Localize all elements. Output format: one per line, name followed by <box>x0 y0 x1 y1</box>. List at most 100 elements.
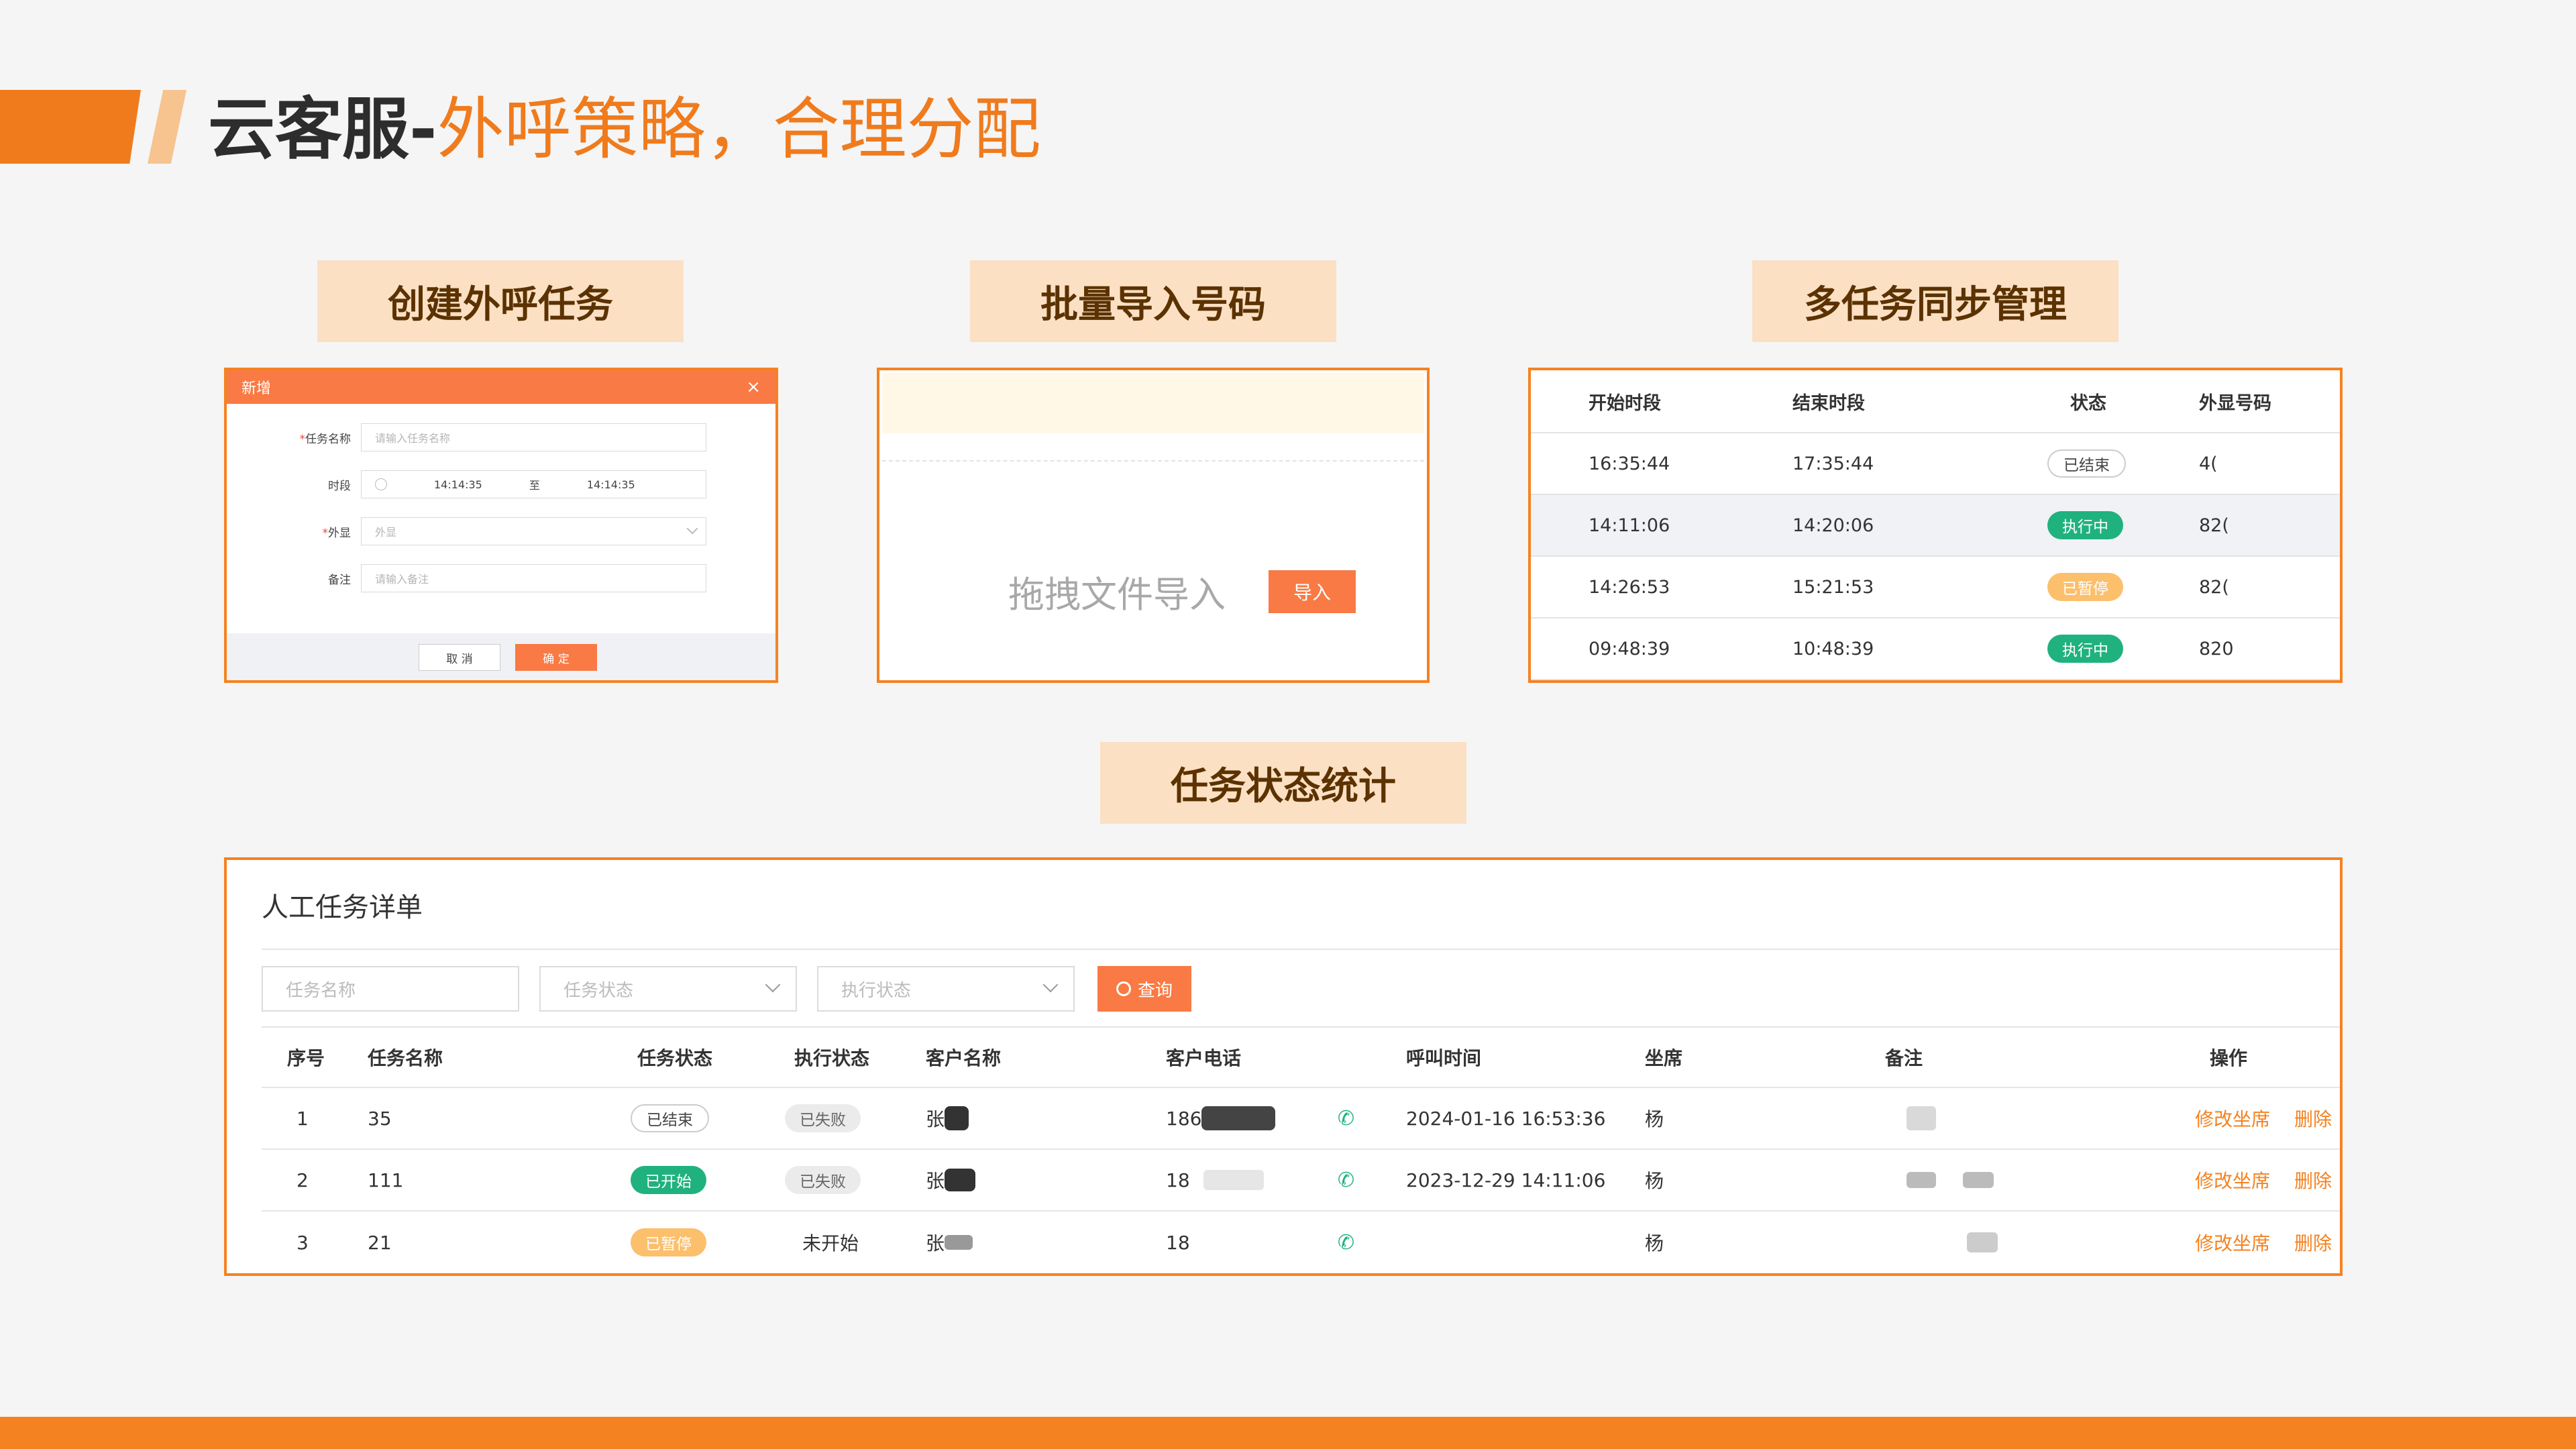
edit-agent-link[interactable]: 修改坐席 <box>2195 1088 2270 1148</box>
display-number: 82( <box>2199 515 2229 536</box>
delete-link[interactable]: 删除 <box>2294 1088 2332 1148</box>
time-separator: 至 <box>529 479 540 492</box>
col-header: 坐席 <box>1645 1047 1683 1069</box>
call-time: 2023-12-29 14:11:06 <box>1406 1169 1606 1191</box>
cancel-button[interactable]: 取 消 <box>419 644 500 671</box>
chevron-down-icon <box>686 523 698 535</box>
required-mark: * <box>299 432 306 446</box>
detail-header-row: 序号 任务名称 任务状态 执行状态 客户名称 客户电话 呼叫时间 坐席 备注 操… <box>262 1026 2340 1088</box>
header-accent-bar <box>0 90 141 164</box>
clock-icon <box>375 478 387 490</box>
task-name-input[interactable]: 请输入任务名称 <box>361 423 706 451</box>
col-header: 客户名称 <box>926 1047 1002 1069</box>
customer-phone: 186 <box>1166 1107 1202 1130</box>
redacted-block <box>1907 1106 1936 1130</box>
import-button[interactable]: 导入 <box>1269 570 1356 613</box>
title-divider <box>262 949 2340 950</box>
page-title: 云客服-外呼策略，合理分配 <box>208 86 1041 173</box>
col-header: 状态 <box>2070 392 2106 414</box>
table-row[interactable]: 09:48:39 10:48:39 执行中 820 <box>1531 619 2340 680</box>
table-header-row: 开始时段 结束时段 状态 外显号码 <box>1531 370 2340 433</box>
table-row[interactable]: 1 35 已结束 已失败 张 186 ✆ 2024-01-16 16:53:36… <box>262 1088 2340 1150</box>
task-status-badge: 已暂停 <box>631 1228 706 1256</box>
phone-call-icon[interactable]: ✆ <box>1338 1150 1354 1210</box>
start-time: 14:26:53 <box>1589 576 1670 598</box>
exec-status-badge: 已失败 <box>785 1104 861 1132</box>
table-row[interactable]: 14:26:53 15:21:53 已暂停 82( <box>1531 557 2340 619</box>
end-time: 10:48:39 <box>1792 638 1874 659</box>
field-label: 任务名称 <box>305 432 351 446</box>
field-remark: 备注 请输入备注 <box>227 564 775 593</box>
time-end: 14:14:35 <box>586 478 635 491</box>
redacted-block <box>945 1235 973 1250</box>
query-label: 查询 <box>1137 980 1173 1001</box>
customer-phone: 18 <box>1166 1231 1190 1254</box>
table-row[interactable]: 3 21 已暂停 未开始 张 18 ✆ 杨 修改坐席 删除 <box>262 1212 2340 1273</box>
col-header: 任务名称 <box>368 1047 443 1069</box>
import-banner <box>882 373 1424 433</box>
field-label: 外显 <box>328 526 351 540</box>
col-header: 执行状态 <box>794 1047 870 1069</box>
time-range-input[interactable]: 14:14:35 至 14:14:35 <box>361 470 706 498</box>
field-task-name: *任务名称 请输入任务名称 <box>227 423 775 452</box>
col-header: 结束时段 <box>1792 392 1865 414</box>
field-label: 时段 <box>328 479 351 493</box>
exec-status-badge: 已失败 <box>785 1166 861 1194</box>
row-no: 1 <box>297 1107 309 1130</box>
section-label-stats: 任务状态统计 <box>1100 742 1466 824</box>
exec-status-filter[interactable]: 执行状态 <box>817 966 1075 1012</box>
start-time: 09:48:39 <box>1589 638 1670 659</box>
search-icon <box>1116 981 1131 996</box>
detail-title: 人工任务详单 <box>262 892 423 923</box>
task-name: 21 <box>368 1231 392 1254</box>
call-time: 2024-01-16 16:53:36 <box>1406 1107 1606 1130</box>
query-button[interactable]: 查询 <box>1097 966 1191 1012</box>
display-number-select[interactable]: 外显 <box>361 517 706 545</box>
phone-call-icon[interactable]: ✆ <box>1338 1088 1354 1148</box>
display-number: 4( <box>2199 453 2218 474</box>
agent-name: 杨 <box>1645 1108 1664 1130</box>
multi-task-panel: 开始时段 结束时段 状态 外显号码 16:35:44 17:35:44 已结束 … <box>1528 368 2343 683</box>
dropzone-divider <box>882 460 1424 462</box>
remark-input[interactable]: 请输入备注 <box>361 564 706 592</box>
table-row[interactable]: 16:35:44 17:35:44 已结束 4( <box>1531 433 2340 495</box>
redacted-block <box>1201 1106 1276 1130</box>
redacted-block <box>1203 1170 1264 1190</box>
select-placeholder: 外显 <box>375 526 397 539</box>
table-row[interactable]: 2 111 已开始 已失败 张 18 ✆ 2023-12-29 14:11:06… <box>262 1150 2340 1212</box>
start-time: 14:11:06 <box>1589 515 1670 536</box>
redacted-block <box>1967 1232 1998 1252</box>
phone-call-icon[interactable]: ✆ <box>1338 1212 1354 1273</box>
task-name-filter[interactable]: 任务名称 <box>262 966 519 1012</box>
field-time-range: 时段 14:14:35 至 14:14:35 <box>227 470 775 499</box>
col-header: 操作 <box>2210 1047 2248 1069</box>
table-row[interactable]: 14:11:06 14:20:06 执行中 82( <box>1531 495 2340 557</box>
col-header: 客户电话 <box>1166 1047 1242 1069</box>
col-header: 备注 <box>1885 1047 1923 1069</box>
chevron-down-icon <box>1042 977 1059 993</box>
redacted-block <box>945 1169 976 1191</box>
title-dark: 云客服- <box>208 90 437 168</box>
chevron-down-icon <box>765 977 781 993</box>
end-time: 15:21:53 <box>1792 576 1874 598</box>
drop-zone-text[interactable]: 拖拽文件导入 <box>1008 565 1226 618</box>
task-status-filter[interactable]: 任务状态 <box>539 966 797 1012</box>
task-status-badge: 已开始 <box>631 1166 706 1194</box>
customer-name: 张 <box>926 1232 945 1254</box>
status-badge: 已暂停 <box>2047 573 2123 601</box>
edit-agent-link[interactable]: 修改坐席 <box>2195 1212 2270 1273</box>
customer-name: 张 <box>926 1170 945 1192</box>
filter-placeholder: 任务状态 <box>564 980 634 1001</box>
status-badge: 执行中 <box>2047 635 2123 663</box>
delete-link[interactable]: 删除 <box>2294 1150 2332 1210</box>
edit-agent-link[interactable]: 修改坐席 <box>2195 1150 2270 1210</box>
close-icon[interactable]: × <box>746 377 761 397</box>
required-mark: * <box>322 526 329 540</box>
display-number: 820 <box>2199 638 2234 659</box>
dialog-footer: 取 消 确 定 <box>227 633 775 680</box>
field-label: 备注 <box>328 573 351 587</box>
customer-phone: 18 <box>1166 1169 1190 1191</box>
delete-link[interactable]: 删除 <box>2294 1212 2332 1273</box>
col-header: 外显号码 <box>2199 392 2271 414</box>
confirm-button[interactable]: 确 定 <box>515 644 597 671</box>
